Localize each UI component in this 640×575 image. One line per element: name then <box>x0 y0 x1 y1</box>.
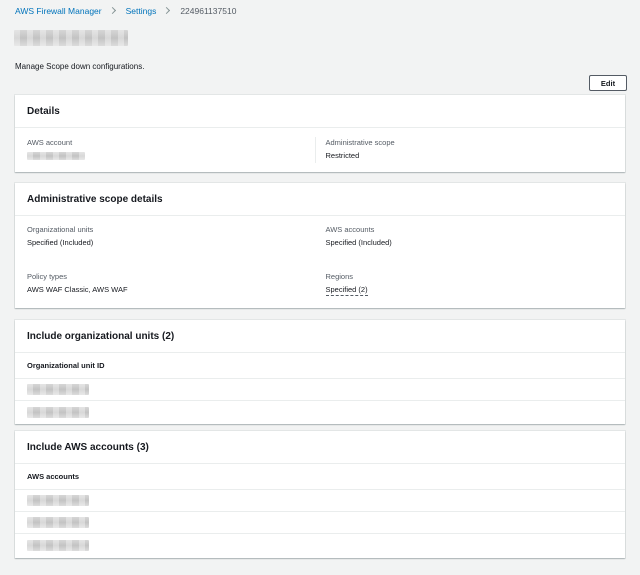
edit-button[interactable]: Edit <box>589 75 627 91</box>
account-id-redacted <box>27 495 89 506</box>
include-ous-panel: Include organizational units (2) Organiz… <box>15 320 625 424</box>
include-accounts-panel: Include AWS accounts (3) AWS accounts <box>15 431 625 558</box>
table-row <box>15 512 625 534</box>
scope-details-panel: Administrative scope details Organizatio… <box>15 183 625 308</box>
page: AWS Firewall Manager Settings 2249611375… <box>0 0 640 575</box>
include-ous-header: Include organizational units (2) <box>15 320 625 353</box>
breadcrumb-current: 224961137510 <box>180 6 237 16</box>
table-row <box>15 490 625 512</box>
aws-account-field: AWS account <box>27 137 315 163</box>
page-title-redacted <box>14 30 128 46</box>
aws-account-value-redacted <box>27 152 85 160</box>
aws-accounts-column-header: AWS accounts <box>15 464 625 490</box>
admin-scope-field: Administrative scope Restricted <box>314 137 614 163</box>
admin-scope-value: Restricted <box>325 151 360 160</box>
aws-accounts-value: Specified (Included) <box>325 238 392 247</box>
regions-label: Regions <box>325 272 354 281</box>
breadcrumb: AWS Firewall Manager Settings 2249611375… <box>15 5 236 17</box>
regions-value-link[interactable]: Specified (2) <box>325 284 368 296</box>
policy-types-label: Policy types <box>27 272 68 281</box>
include-accounts-title: Include AWS accounts (3) <box>27 441 149 453</box>
details-title: Details <box>27 105 60 117</box>
breadcrumb-settings[interactable]: Settings <box>126 6 157 16</box>
ou-id-redacted <box>27 384 89 395</box>
table-row <box>15 379 625 401</box>
aws-accounts-field: AWS accounts Specified (Included) <box>315 224 614 250</box>
aws-accounts-label: AWS accounts <box>325 225 375 234</box>
scope-details-title: Administrative scope details <box>27 193 163 205</box>
chevron-right-icon <box>107 6 121 16</box>
table-row <box>15 401 625 423</box>
account-id-redacted <box>27 517 89 528</box>
ou-id-column-header: Organizational unit ID <box>15 353 625 379</box>
include-ous-title: Include organizational units (2) <box>27 330 175 342</box>
breadcrumb-firewall-manager[interactable]: AWS Firewall Manager <box>15 6 102 16</box>
chevron-right-icon <box>161 6 175 16</box>
table-row <box>15 534 625 556</box>
admin-scope-label: Administrative scope <box>325 138 395 147</box>
policy-types-field: Policy types AWS WAF Classic, AWS WAF <box>27 271 315 297</box>
policy-types-value: AWS WAF Classic, AWS WAF <box>27 285 128 294</box>
aws-account-label: AWS account <box>27 138 73 147</box>
details-grid: AWS account Administrative scope Restric… <box>15 128 625 163</box>
regions-field: Regions Specified (2) <box>315 271 614 297</box>
details-panel: Details AWS account Administrative scope… <box>15 95 625 172</box>
details-header: Details <box>15 95 625 128</box>
ou-id-redacted <box>27 406 89 418</box>
org-units-field: Organizational units Specified (Included… <box>27 224 315 250</box>
org-units-label: Organizational units <box>27 225 94 234</box>
include-accounts-header: Include AWS accounts (3) <box>15 431 625 464</box>
scope-details-grid-top: Organizational units Specified (Included… <box>15 216 625 250</box>
scope-details-grid-bottom: Policy types AWS WAF Classic, AWS WAF Re… <box>15 250 625 297</box>
account-id-redacted <box>27 539 89 551</box>
org-units-value: Specified (Included) <box>27 238 94 247</box>
scope-details-header: Administrative scope details <box>15 183 625 216</box>
page-description: Manage Scope down configurations. <box>15 62 145 71</box>
